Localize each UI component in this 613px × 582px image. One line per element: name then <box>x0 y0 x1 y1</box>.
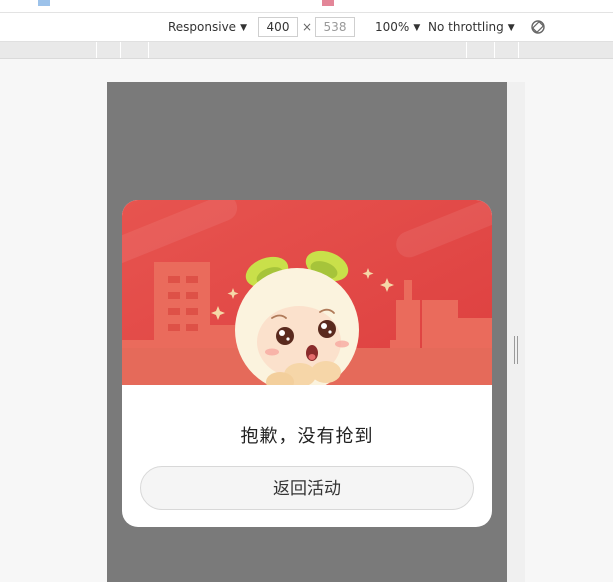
result-message: 抱歉，没有抢到 <box>240 426 374 447</box>
viewport-height-input[interactable] <box>315 17 355 37</box>
dropdown-caret-icon: ▼ <box>413 23 421 33</box>
browser-bookmark-strip <box>0 0 613 13</box>
viewport-width-input[interactable] <box>258 17 298 37</box>
throttling-select[interactable]: No throttling ▼ <box>428 20 515 34</box>
sad-mascot-illustration <box>122 200 492 385</box>
result-modal: 抱歉，没有抢到 返回活动 <box>122 200 492 527</box>
throttling-select-label: No throttling <box>428 20 504 34</box>
bookmark-icon <box>322 0 334 6</box>
zoom-select[interactable]: 100% ▼ <box>375 20 420 34</box>
device-select-label: Responsive <box>168 20 237 34</box>
bookmark-icon <box>38 0 50 6</box>
rotate-icon[interactable] <box>530 19 546 35</box>
viewport-side-strip <box>507 82 525 582</box>
device-toolbar: Responsive▼ × 100%▼ No throttling▼ <box>0 13 613 42</box>
media-query-ruler[interactable] <box>0 42 613 59</box>
return-to-activity-button[interactable]: 返回活动 <box>140 466 474 510</box>
viewport-resize-handle[interactable] <box>511 336 521 364</box>
dropdown-caret-icon: ▼ <box>240 23 247 33</box>
modal-banner-illustration <box>122 200 492 385</box>
times-icon: × <box>302 20 313 34</box>
dropdown-caret-icon: ▼ <box>507 23 515 33</box>
device-select[interactable]: Responsive ▼ <box>168 20 247 34</box>
zoom-select-label: 100% <box>375 20 410 34</box>
